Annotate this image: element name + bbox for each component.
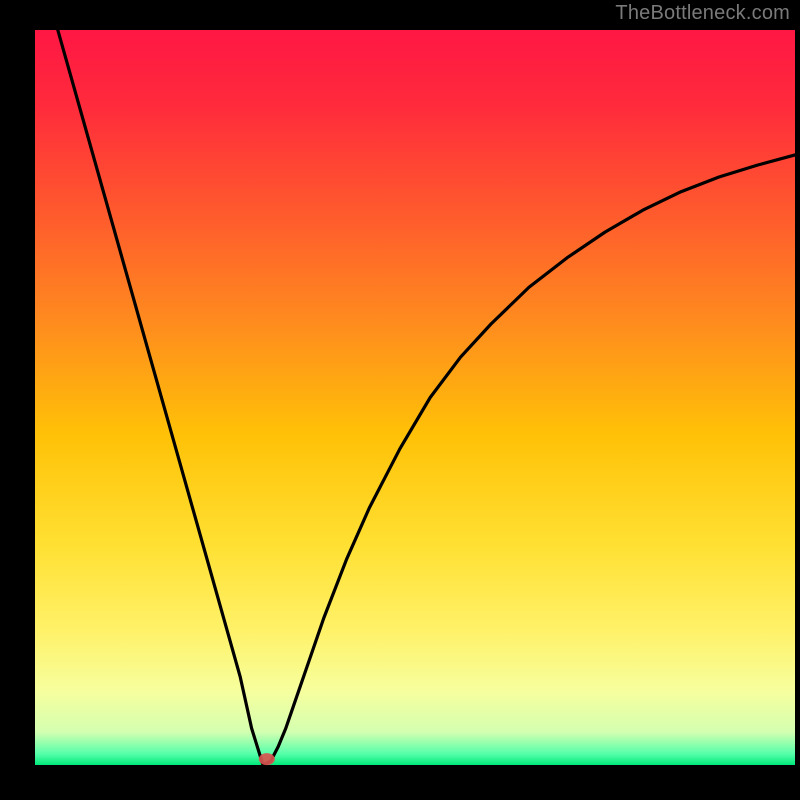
plot-background [35, 30, 795, 765]
chart-frame: TheBottleneck.com [0, 0, 800, 800]
optimum-marker [259, 753, 275, 765]
attribution-text: TheBottleneck.com [615, 2, 790, 25]
bottleneck-chart [0, 0, 800, 800]
